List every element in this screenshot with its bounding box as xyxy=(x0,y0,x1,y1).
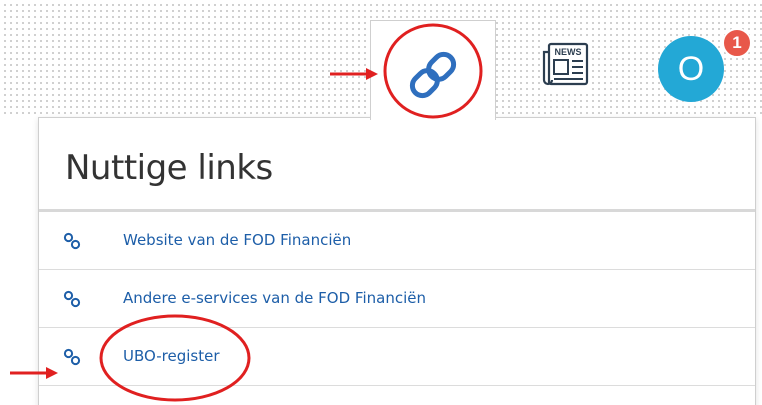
list-item-ubo-register[interactable]: UBO-register xyxy=(39,328,755,386)
link-icon xyxy=(63,290,81,308)
news-label: NEWS xyxy=(555,47,582,57)
useful-links-panel: Nuttige links Website van de FOD Financi… xyxy=(38,117,756,405)
tab-useful-links[interactable] xyxy=(370,20,496,120)
newspaper-icon: NEWS xyxy=(542,42,589,86)
link-ubo-register[interactable]: UBO-register xyxy=(123,347,220,365)
panel-title: Nuttige links xyxy=(65,148,273,188)
link-icon xyxy=(63,232,81,250)
link-fod-website[interactable]: Website van de FOD Financiën xyxy=(123,231,351,249)
list-item-other-eservices[interactable]: Andere e-services van de FOD Financiën xyxy=(39,270,755,328)
notification-badge[interactable]: 1 xyxy=(722,28,752,58)
avatar-initial: O xyxy=(677,50,705,88)
links-list: Website van de FOD Financiën Andere e-se… xyxy=(39,212,755,386)
link-icon xyxy=(63,348,81,366)
user-avatar[interactable]: O xyxy=(658,36,724,102)
link-icon xyxy=(409,51,457,99)
screen: NEWS O 1 Nuttige links Website van de FO… xyxy=(0,0,762,405)
link-other-eservices[interactable]: Andere e-services van de FOD Financiën xyxy=(123,289,426,307)
list-item-fod-website[interactable]: Website van de FOD Financiën xyxy=(39,212,755,270)
tab-news[interactable]: NEWS xyxy=(540,38,592,90)
